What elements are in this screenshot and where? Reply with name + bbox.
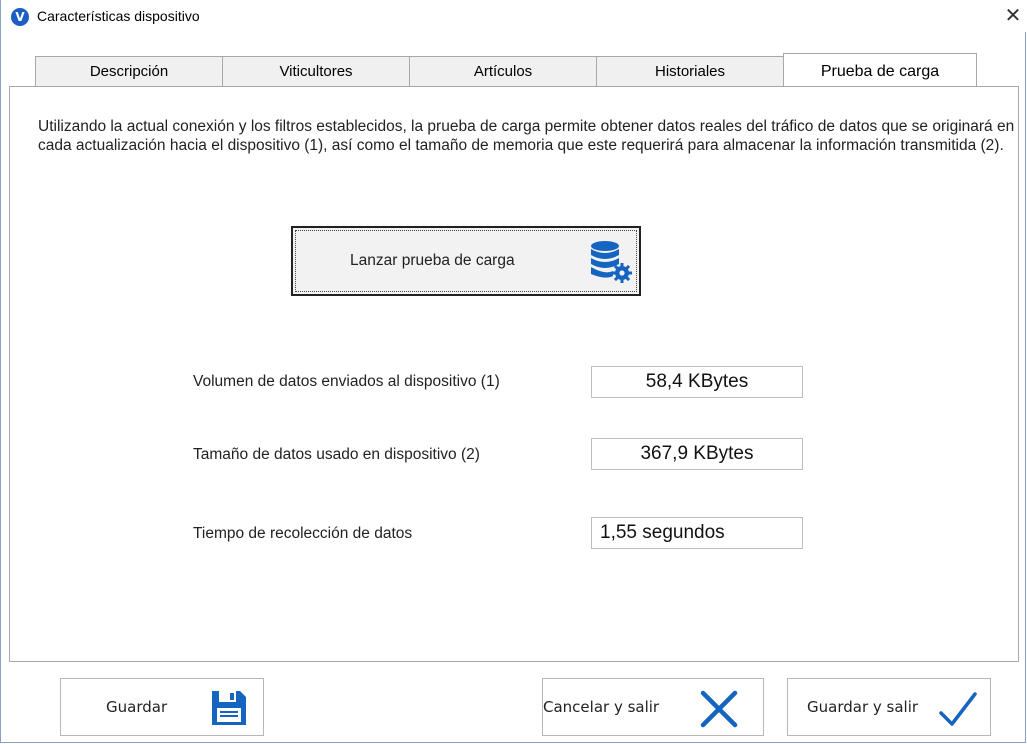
window-title: Características dispositivo [37, 8, 200, 24]
cancel-and-exit-label: Cancelar y salir [543, 698, 660, 716]
save-button[interactable]: Guardar [60, 678, 264, 736]
tab-viticultores[interactable]: Viticultores [222, 56, 410, 86]
device-size-label: Tamaño de datos usado en dispositivo (2) [193, 446, 480, 463]
collection-time-value: 1,55 segundos [591, 517, 803, 549]
intro-text: Utilizando la actual conexión y los filt… [38, 118, 1015, 154]
tab-articulos[interactable]: Artículos [409, 56, 597, 86]
run-load-test-label: Lanzar prueba de carga [350, 252, 515, 269]
run-load-test-button[interactable]: Lanzar prueba de carga [291, 226, 641, 296]
sent-volume-value: 58,4 KBytes [591, 366, 803, 398]
save-and-exit-button[interactable]: Guardar y salir [787, 678, 991, 736]
app-logo-icon: V [11, 8, 29, 26]
close-button[interactable]: ✕ [1002, 4, 1024, 26]
floppy-disk-icon [212, 691, 246, 725]
title-bar: V Características dispositivo ✕ [1, 0, 1027, 32]
save-and-exit-label: Guardar y salir [807, 698, 919, 716]
tab-panel [9, 86, 1019, 662]
database-gear-icon [591, 241, 632, 283]
collection-time-label: Tiempo de recolección de datos [193, 525, 413, 542]
sent-volume-label: Volumen de datos enviados al dispositivo… [193, 373, 500, 390]
tab-prueba-de-carga[interactable]: Prueba de carga [783, 53, 977, 87]
dialog-window: V Características dispositivo ✕ Descripc… [0, 0, 1027, 743]
tab-descripcion[interactable]: Descripción [35, 56, 223, 86]
cancel-and-exit-button[interactable]: Cancelar y salir [542, 678, 764, 736]
x-icon [700, 690, 738, 728]
checkmark-icon [939, 692, 977, 726]
device-size-value: 367,9 KBytes [591, 438, 803, 470]
tab-historiales[interactable]: Historiales [596, 56, 784, 86]
save-button-label: Guardar [106, 698, 168, 716]
